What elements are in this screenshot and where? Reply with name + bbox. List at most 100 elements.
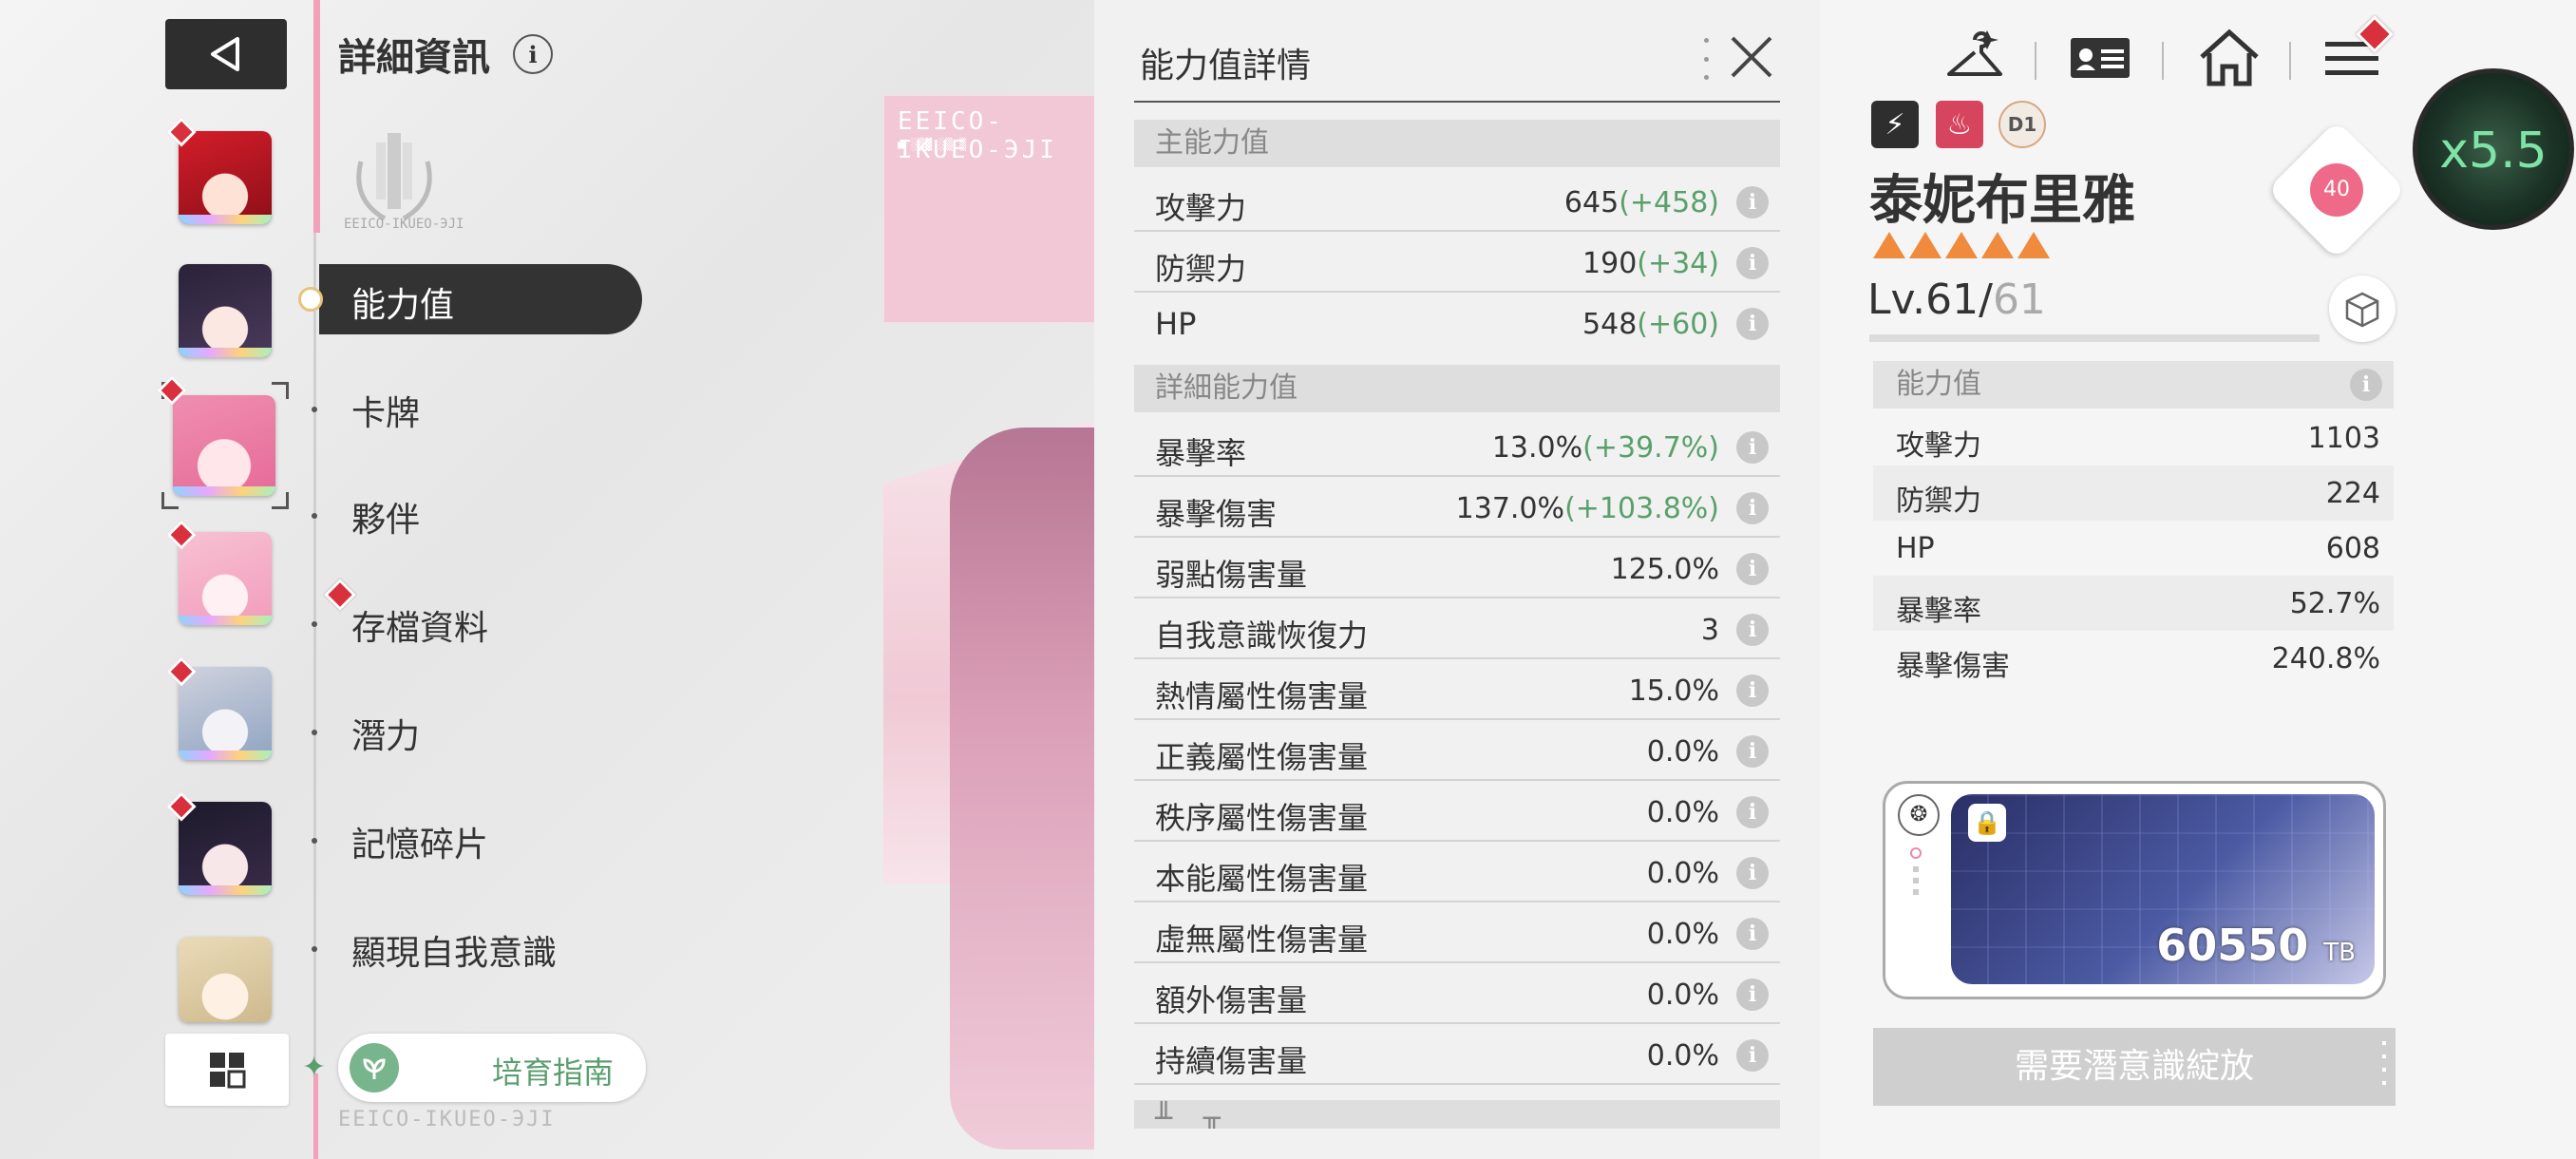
divider: [1134, 101, 1780, 103]
info-icon[interactable]: i: [1736, 492, 1769, 524]
battle-speed-button[interactable]: x5.5: [2413, 68, 2574, 230]
affinity-badge[interactable]: 40: [2266, 120, 2407, 260]
back-button[interactable]: [165, 19, 287, 89]
stat-row-atk: 攻擊力 645(+458) i: [1134, 171, 1780, 232]
close-icon[interactable]: [1727, 32, 1776, 82]
menu-bullet: [312, 730, 317, 735]
stat-value: 645(+458): [1563, 186, 1719, 219]
stat-name: 防禦力: [1155, 251, 1247, 287]
stat-value: 137.0%(+103.8%): [1455, 492, 1719, 525]
star-icon: [2017, 232, 2050, 258]
rarity-stars: [1873, 232, 2050, 258]
portrait-char-6[interactable]: [179, 802, 272, 895]
grid-view-button[interactable]: [165, 1034, 289, 1106]
stat-value: 548(+60): [1582, 308, 1719, 341]
stat-name: 暴擊率: [1155, 435, 1247, 471]
stat-name: 額外傷害量: [1155, 982, 1308, 1018]
menu-item-label: 能力值: [351, 286, 455, 325]
wardrobe-hanger-icon[interactable]: [1941, 25, 2008, 91]
stat-row-passion-dmg: 熱情屬性傷害量 15.0% i: [1134, 659, 1780, 720]
character-name: 泰妮布里雅: [1869, 170, 2135, 232]
stat-value: 13.0%(+39.7%): [1491, 431, 1719, 465]
slot-indicator-icon: [1910, 847, 1922, 895]
element-lightning-icon: ⚡: [1871, 101, 1919, 148]
info-icon[interactable]: i: [1736, 247, 1769, 279]
page-title: 詳細資訊: [338, 36, 490, 80]
stat-value: 0.0%: [1646, 1039, 1719, 1073]
growth-guide-button[interactable]: 培育指南: [338, 1034, 646, 1102]
sparkle-icon: ✦: [302, 1051, 327, 1084]
level-progress-bar: [1869, 334, 2320, 342]
info-icon[interactable]: i: [1736, 553, 1769, 585]
stat-name: 本能屬性傷害量: [1155, 861, 1369, 897]
portrait-char-3-selected[interactable]: [173, 395, 275, 496]
menu-item-archive[interactable]: 存檔資料: [351, 600, 488, 650]
stat-name: 攻擊力: [1155, 190, 1247, 226]
speed-label: x5.5: [2439, 123, 2548, 180]
menu-item-manifest-ego[interactable]: 顯現自我意識: [351, 925, 557, 975]
info-icon[interactable]: i: [1736, 918, 1769, 950]
active-indicator: [298, 287, 323, 312]
cube-icon[interactable]: [2329, 276, 2396, 342]
star-icon: [1873, 232, 1905, 258]
info-icon[interactable]: i: [1736, 735, 1769, 768]
stat-row-extra-dmg: 額外傷害量 0.0% i: [1134, 963, 1780, 1024]
menu-item-stats[interactable]: 能力值: [298, 264, 642, 334]
stat-row-order-dmg: 秩序屬性傷害量 0.0% i: [1134, 781, 1780, 842]
menu-item-memory-fragments[interactable]: 記憶碎片: [351, 817, 488, 866]
info-icon[interactable]: i: [1736, 1039, 1769, 1072]
star-icon: [1945, 232, 1978, 258]
stat-name: 熱情屬性傷害量: [1155, 678, 1369, 714]
menu-bullet: [312, 838, 317, 844]
growth-guide-label: 培育指南: [492, 1054, 615, 1091]
art-code: EEICO-IKUEO-ЭJI: [898, 107, 1057, 164]
dupe-level-badge: D1: [1998, 101, 2046, 148]
info-icon[interactable]: i: [1736, 796, 1769, 828]
info-button[interactable]: i: [513, 34, 553, 74]
menu-item-cards[interactable]: 卡牌: [351, 386, 420, 435]
emblem-code: EEICO-IKUEO-ЭJI: [344, 217, 464, 232]
stat-name: 虛無屬性傷害量: [1155, 922, 1369, 958]
awaken-button[interactable]: 需要潛意識綻放: [1873, 1028, 2396, 1106]
memory-card-image[interactable]: 60550 TB: [1951, 794, 2375, 984]
divider: [2035, 42, 2036, 80]
stat-value: 190(+34): [1582, 247, 1719, 280]
heart-icon: 40: [2310, 163, 2363, 217]
divider: [2162, 42, 2164, 80]
star-icon: [1909, 232, 1941, 258]
stat-row-weakness-dmg: 弱點傷害量 125.0% i: [1134, 538, 1780, 598]
summary-stat-def: 防禦力 224: [1873, 466, 2394, 521]
drag-handle: [1704, 38, 1710, 80]
info-icon[interactable]: i: [1736, 674, 1769, 707]
stat-value: 0.0%: [1646, 918, 1719, 951]
info-icon[interactable]: i: [2350, 369, 2382, 401]
info-icon[interactable]: i: [1736, 857, 1769, 889]
profile-card-icon[interactable]: [2067, 25, 2133, 91]
stat-row-justice-dmg: 正義屬性傷害量 0.0% i: [1134, 720, 1780, 781]
menu-bullet: [312, 513, 317, 519]
stat-row-void-dmg: 虛無屬性傷害量 0.0% i: [1134, 902, 1780, 963]
stat-row-ego-recovery: 自我意識恢復力 3 i: [1134, 598, 1780, 659]
info-icon[interactable]: i: [1736, 186, 1769, 218]
lock-icon[interactable]: 🔒: [1968, 804, 2006, 842]
info-icon[interactable]: i: [1736, 308, 1769, 340]
portrait-char-7[interactable]: [179, 937, 272, 1022]
stat-row-instinct-dmg: 本能屬性傷害量 0.0% i: [1134, 842, 1780, 902]
panel-title: 能力值詳情: [1140, 47, 1312, 86]
home-icon[interactable]: [2196, 25, 2263, 91]
portrait-char-5[interactable]: [179, 667, 272, 760]
portrait-char-4[interactable]: [179, 532, 272, 625]
menu-item-potential[interactable]: 潛力: [351, 709, 420, 758]
stat-name: 自我意識恢復力: [1155, 618, 1369, 654]
accent-bar: [313, 0, 320, 233]
bottom-code: EEICO-IKUEO-ЭJI: [338, 1108, 556, 1131]
portrait-char-1[interactable]: [179, 131, 272, 224]
stat-row-crit-dmg: 暴擊傷害 137.0%(+103.8%) i: [1134, 477, 1780, 538]
menu-item-partner[interactable]: 夥伴: [351, 492, 420, 542]
portrait-char-2[interactable]: [179, 264, 272, 357]
info-icon[interactable]: i: [1736, 614, 1769, 646]
info-icon[interactable]: i: [1736, 431, 1769, 464]
stats-detail-panel: 能力值詳情 主能力值 攻擊力 645(+458) i 防禦力 190(+34) …: [1094, 0, 1820, 1159]
menu-bullet: [312, 621, 317, 627]
info-icon[interactable]: i: [1736, 978, 1769, 1011]
